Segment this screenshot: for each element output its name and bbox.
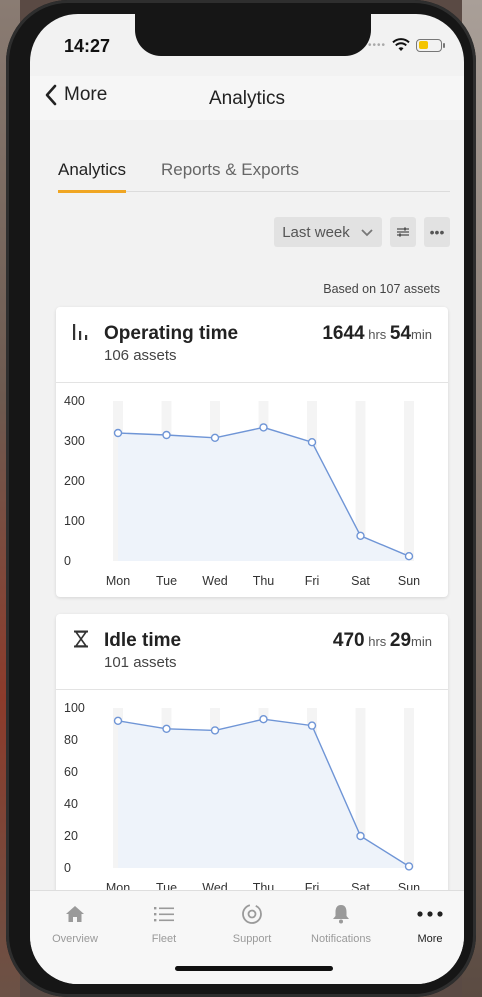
ellipsis-icon: ••• <box>429 224 445 240</box>
tabbar-label: Notifications <box>311 933 371 945</box>
tabbar-item-more[interactable]: More <box>390 903 464 945</box>
idle-time-chart: 020406080100Mon Tue Wed Thu Fri Sat Sun <box>64 701 420 895</box>
card-title: Operating time <box>104 323 239 344</box>
tabbar-item-support[interactable]: Support <box>212 903 292 945</box>
more-icon <box>417 911 443 917</box>
x-tick-label: Mon <box>106 574 130 588</box>
operating-time-card[interactable]: Operating time 106 assets 1644 hrs 54min… <box>56 307 448 597</box>
period-value: Last week <box>282 223 350 241</box>
operating-time-chart: 0 100 200 300 400 Mon Tue Wed Thu Fri Sat Sun <box>64 394 420 588</box>
app-screen: 14:27 •••• More Analytics Analytics Repo… <box>30 14 464 984</box>
y-tick-label: 400 <box>64 394 85 408</box>
signal-icon: •••• <box>367 39 386 51</box>
total-minutes: 54 <box>389 323 412 344</box>
tabbar-label: Support <box>232 933 272 945</box>
card-total: 470 hrs 29min <box>333 630 432 652</box>
total-minutes: 29 <box>389 630 412 651</box>
navigation-bar: More Analytics <box>30 76 464 120</box>
tabbar-item-notifications[interactable]: Notifications <box>301 903 381 945</box>
card-header: Operating time 106 assets 1644 hrs 54min <box>56 307 448 383</box>
bell-icon <box>333 905 349 924</box>
x-tick-label: Wed <box>202 574 228 588</box>
data-point[interactable] <box>162 724 171 733</box>
card-assets: 101 assets <box>104 654 177 671</box>
y-tick-label: 0 <box>64 554 71 568</box>
sliders-icon <box>397 227 409 237</box>
data-point[interactable] <box>404 551 414 561</box>
tabbar-item-fleet[interactable]: Fleet <box>124 903 204 945</box>
hourglass-icon <box>74 630 88 648</box>
x-tick-label: Sat <box>351 574 370 588</box>
tabbar-label: Fleet <box>151 933 177 945</box>
y-tick-label: 100 <box>64 701 85 715</box>
data-point[interactable] <box>210 726 220 735</box>
battery-icon <box>416 38 445 52</box>
data-point[interactable] <box>162 430 171 440</box>
column-band <box>404 708 414 868</box>
column-band <box>404 401 414 561</box>
data-point[interactable] <box>356 831 365 841</box>
wifi-icon <box>392 38 410 51</box>
tab-analytics[interactable]: Analytics <box>58 160 127 193</box>
card-header: Idle time 101 assets 470 hrs 29min <box>56 614 448 690</box>
more-options-button[interactable]: ••• <box>424 217 450 247</box>
y-tick-label: 60 <box>64 765 78 779</box>
support-icon <box>242 904 262 924</box>
card-total: 1644 hrs 54min <box>322 323 432 345</box>
hours-unit: hrs <box>368 327 387 342</box>
hours-unit: hrs <box>368 634 387 649</box>
card-assets: 106 assets <box>104 347 177 364</box>
data-point[interactable] <box>259 423 268 432</box>
home-icon <box>66 906 84 922</box>
bar-chart-icon <box>73 324 88 340</box>
status-icons: •••• <box>367 38 445 52</box>
minutes-unit: min <box>411 634 432 649</box>
period-dropdown[interactable]: Last week <box>274 217 382 247</box>
data-point[interactable] <box>307 721 317 730</box>
x-tick-label: Fri <box>305 574 320 588</box>
tabbar-item-overview[interactable]: Overview <box>35 903 115 945</box>
y-tick-label: 0 <box>64 861 71 875</box>
data-point[interactable] <box>259 715 268 724</box>
data-point[interactable] <box>356 531 365 541</box>
total-hours: 470 <box>332 630 365 651</box>
y-tick-label: 300 <box>64 434 85 448</box>
based-on-text: Based on 107 assets <box>323 282 440 296</box>
list-icon <box>154 907 174 922</box>
y-tick-label: 40 <box>64 797 78 811</box>
x-tick-label: Tue <box>156 574 177 588</box>
device-notch <box>135 14 371 56</box>
phone-frame: 14:27 •••• More Analytics Analytics Repo… <box>6 0 476 997</box>
status-time: 14:27 <box>64 36 111 56</box>
minutes-unit: min <box>411 327 432 342</box>
idle-time-card[interactable]: Idle time 101 assets 470 hrs 29min 0 20 40… <box>56 614 448 904</box>
chevron-down-icon <box>361 228 373 236</box>
card-title: Idle time <box>104 630 182 651</box>
filter-settings-button[interactable] <box>390 217 416 247</box>
filter-row: Last week ••• <box>274 217 450 247</box>
x-tick-label: Sun <box>398 574 420 588</box>
y-tick-label: 100 <box>64 514 85 528</box>
y-tick-label: 200 <box>64 474 85 488</box>
data-point[interactable] <box>307 438 317 447</box>
tabbar-label: More <box>417 933 443 945</box>
y-tick-label: 20 <box>64 829 78 843</box>
page-title: Analytics <box>208 88 286 109</box>
data-point[interactable] <box>113 716 123 725</box>
x-tick-label: Thu <box>253 574 275 588</box>
data-point[interactable] <box>404 862 414 871</box>
analytics-tabs: Analytics Reports & Exports <box>58 158 450 193</box>
tab-reports-exports[interactable]: Reports & Exports <box>161 160 299 190</box>
total-hours: 1644 <box>322 323 365 344</box>
tabbar-label: Overview <box>52 933 98 945</box>
y-tick-label: 80 <box>64 733 78 747</box>
data-point[interactable] <box>210 433 220 442</box>
home-indicator <box>175 966 333 971</box>
data-point[interactable] <box>113 428 123 438</box>
